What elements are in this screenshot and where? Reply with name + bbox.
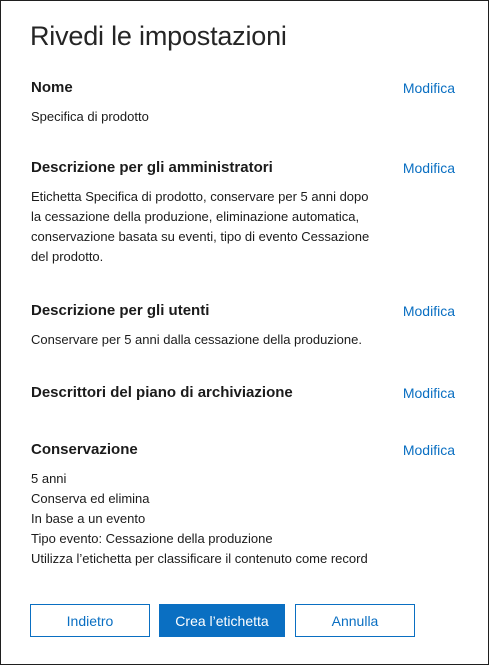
- review-settings-panel: Rivedi le impostazioni Nome Modifica Spe…: [0, 0, 489, 665]
- section-value: Conserva ed elimina: [31, 491, 150, 506]
- edit-retention-link[interactable]: Modifica: [403, 442, 455, 458]
- section-body: Conservare per 5 anni dalla cessazione d…: [31, 330, 455, 350]
- edit-admin-description-link[interactable]: Modifica: [403, 160, 455, 176]
- section-title: Conservazione: [31, 441, 138, 458]
- section-body: Specifica di prodotto: [31, 107, 455, 127]
- section-value: conservazione basata su eventi, tipo di …: [31, 229, 370, 244]
- back-button[interactable]: Indietro: [30, 604, 150, 637]
- page-title: Rivedi le impostazioni: [30, 21, 287, 51]
- section-value: Tipo evento: Cessazione della produzione: [31, 531, 273, 546]
- section-title: Descrittori del piano di archiviazione: [31, 384, 293, 401]
- cancel-button[interactable]: Annulla: [295, 604, 415, 637]
- edit-user-description-link[interactable]: Modifica: [403, 303, 455, 319]
- section-title: Nome: [31, 79, 73, 96]
- section-value: Utilizza l’etichetta per classificare il…: [31, 551, 368, 566]
- section-title: Descrizione per gli utenti: [31, 302, 210, 319]
- section-value: Etichetta Specifica di prodotto, conserv…: [31, 189, 369, 204]
- section-value: Specifica di prodotto: [31, 109, 149, 124]
- section-title: Descrizione per gli amministratori: [31, 159, 273, 176]
- section-admin-description: Descrizione per gli amministratori Modif…: [31, 159, 455, 267]
- section-value: la cessazione della produzione, eliminaz…: [31, 209, 360, 224]
- section-value: Conservare per 5 anni dalla cessazione d…: [31, 332, 362, 347]
- section-value: In base a un evento: [31, 511, 146, 526]
- section-value: del prodotto.: [31, 249, 104, 264]
- create-label-button[interactable]: Crea l’etichetta: [159, 604, 285, 637]
- section-user-description: Descrizione per gli utenti Modifica Cons…: [31, 302, 455, 350]
- section-retention: Conservazione Modifica 5 anni Conserva e…: [31, 441, 455, 569]
- section-body: 5 anni Conserva ed elimina In base a un …: [31, 469, 455, 569]
- edit-file-plan-descriptors-link[interactable]: Modifica: [403, 385, 455, 401]
- section-body: Etichetta Specifica di prodotto, conserv…: [31, 187, 455, 267]
- section-value: 5 anni: [31, 471, 67, 486]
- edit-name-link[interactable]: Modifica: [403, 80, 455, 96]
- section-file-plan-descriptors: Descrittori del piano di archiviazione M…: [31, 384, 455, 406]
- section-name: Nome Modifica Specifica di prodotto: [31, 79, 455, 127]
